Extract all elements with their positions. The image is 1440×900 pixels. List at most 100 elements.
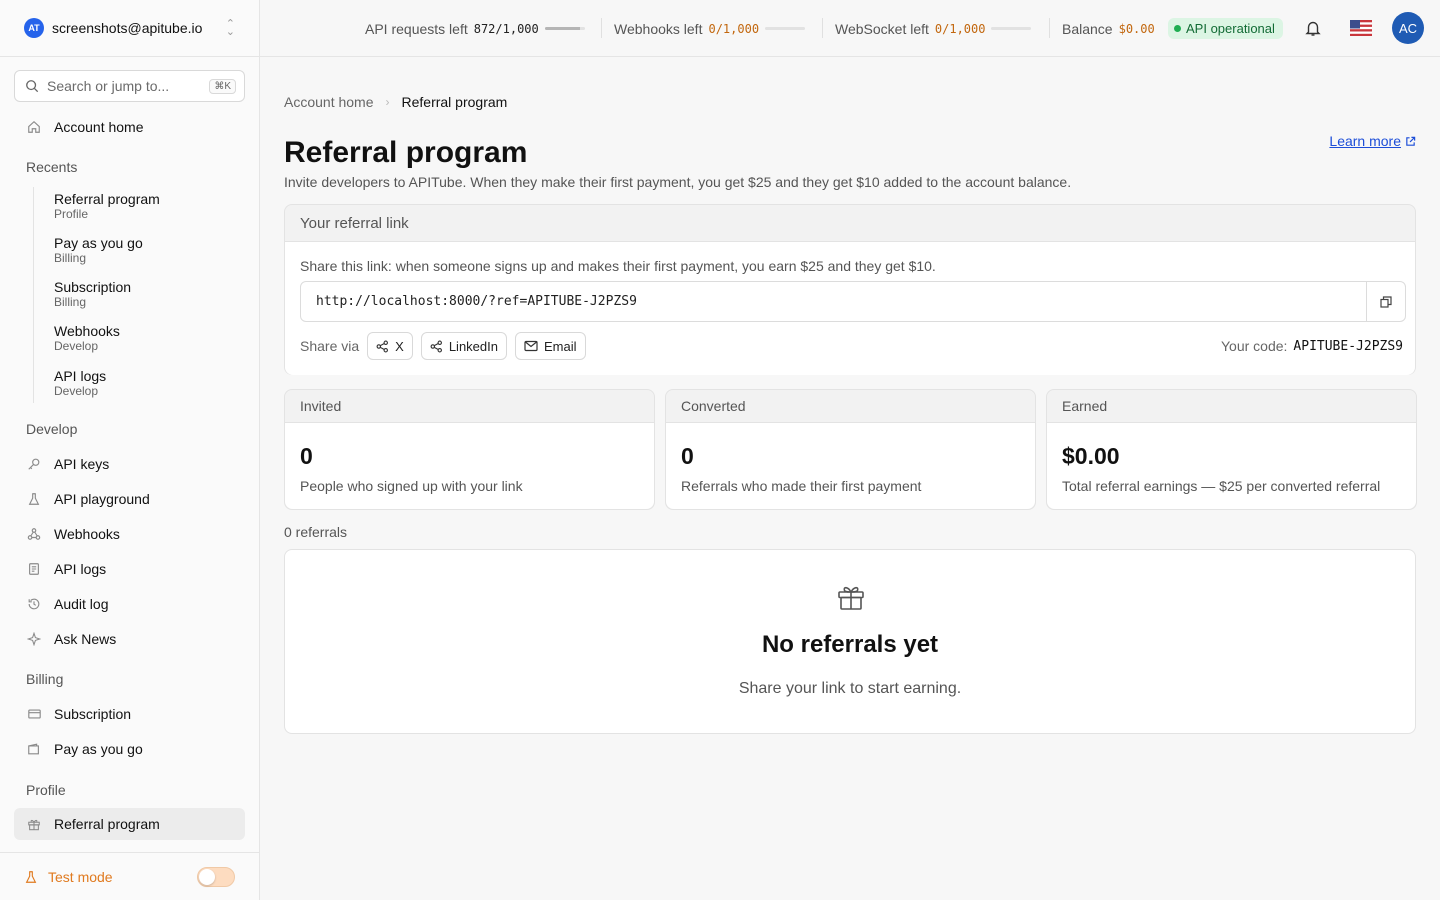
stat-value: 0 bbox=[300, 443, 313, 469]
api-status-badge[interactable]: API operational bbox=[1168, 18, 1283, 39]
chevron-up-down-icon: ⌃ ⌄ bbox=[225, 18, 235, 38]
sidebar-item-api-keys[interactable]: API keys bbox=[14, 448, 245, 480]
us-flag-icon[interactable] bbox=[1350, 20, 1372, 36]
empty-state-description: Share your link to start earning. bbox=[738, 680, 962, 697]
share-instructions: Share this link: when someone signs up a… bbox=[300, 258, 936, 274]
credit-card-icon bbox=[26, 706, 42, 722]
sidebar-item-account-home[interactable]: Account home bbox=[14, 111, 245, 143]
recent-title: Subscription bbox=[54, 279, 132, 295]
websocket-bar bbox=[991, 27, 1032, 30]
sparkle-icon bbox=[26, 631, 42, 647]
recent-item-webhooks[interactable]: Webhooks Develop bbox=[54, 323, 120, 354]
websocket-meter: WebSocket left 0/1,000 bbox=[835, 0, 1032, 57]
sidebar-item-api-logs[interactable]: API logs bbox=[14, 553, 245, 585]
sidebar-item-label: Account home bbox=[54, 119, 144, 135]
api-requests-meter: API requests left 872/1,000 bbox=[365, 0, 585, 57]
sidebar-item-referral-program[interactable]: Referral program bbox=[14, 808, 245, 840]
recent-subtitle: Develop bbox=[54, 339, 99, 353]
history-icon bbox=[26, 596, 42, 612]
external-link-icon bbox=[1406, 136, 1416, 146]
stat-description: Referrals who made their first payment bbox=[681, 478, 922, 494]
recent-subtitle: Billing bbox=[54, 295, 87, 309]
mail-icon bbox=[524, 340, 538, 352]
share-linkedin-button[interactable]: LinkedIn bbox=[420, 332, 507, 360]
referrals-empty-state: No referrals yet Share your link to star… bbox=[284, 549, 1416, 734]
sidebar-item-label: API logs bbox=[54, 561, 107, 577]
sidebar-item-subscription[interactable]: Subscription bbox=[14, 698, 245, 730]
webhooks-label: Webhooks left bbox=[614, 20, 703, 37]
stat-description: People who signed up with your link bbox=[300, 478, 523, 494]
stat-value: $0.00 bbox=[1062, 443, 1120, 469]
webhook-icon bbox=[26, 526, 42, 542]
share-row: Share via X LinkedIn Email bbox=[300, 332, 586, 360]
copy-button[interactable] bbox=[1366, 282, 1405, 321]
balance-value: $0.00 bbox=[1118, 21, 1155, 36]
stat-body: 0 Referrals who made their first payment bbox=[666, 422, 1035, 509]
balance-label: Balance bbox=[1062, 20, 1113, 37]
test-mode-row: Test mode bbox=[0, 852, 259, 900]
recent-title: Pay as you go bbox=[54, 235, 143, 251]
breadcrumb-account-home[interactable]: Account home bbox=[284, 94, 374, 110]
search-box[interactable]: ⌘K bbox=[14, 70, 245, 102]
webhooks-meter: Webhooks left 0/1,000 bbox=[614, 0, 806, 57]
test-mode-label: Test mode bbox=[48, 868, 113, 885]
sidebar-item-webhooks[interactable]: Webhooks bbox=[14, 518, 245, 550]
divider bbox=[822, 18, 823, 38]
user-avatar[interactable]: AC bbox=[1392, 12, 1424, 44]
referral-code-label: Your code: bbox=[1220, 338, 1288, 354]
breadcrumb: Account home › Referral program bbox=[284, 94, 507, 110]
recent-item-api-logs[interactable]: API logs Develop bbox=[54, 368, 106, 399]
referral-link-field: http://localhost:8000/?ref=APITUBE-J2PZS… bbox=[300, 281, 1406, 322]
recent-item-referral-program[interactable]: Referral program Profile bbox=[54, 191, 160, 222]
referral-url[interactable]: http://localhost:8000/?ref=APITUBE-J2PZS… bbox=[301, 294, 1366, 309]
sidebar-item-label: Subscription bbox=[54, 706, 132, 722]
apitube-logo: AT bbox=[24, 18, 44, 38]
share-email-button[interactable]: Email bbox=[514, 332, 586, 360]
sidebar-item-label: API keys bbox=[54, 456, 110, 472]
sidebar-item-label: API playground bbox=[54, 491, 150, 507]
bell-icon[interactable] bbox=[1304, 19, 1322, 37]
copy-icon bbox=[1380, 295, 1392, 308]
stat-value: 0 bbox=[681, 443, 694, 469]
test-mode-toggle[interactable] bbox=[197, 866, 235, 887]
account-email: screenshots@apitube.io bbox=[52, 20, 203, 36]
page-subtitle: Invite developers to APITube. When they … bbox=[284, 174, 1072, 190]
sidebar-item-label: Webhooks bbox=[54, 526, 120, 542]
sidebar-item-api-playground[interactable]: API playground bbox=[14, 483, 245, 515]
referral-link-body: Share this link: when someone signs up a… bbox=[285, 241, 1415, 375]
account-switcher[interactable]: AT screenshots@apitube.io ⌃ ⌄ bbox=[0, 0, 259, 57]
webhooks-value: 0/1,000 bbox=[708, 21, 760, 36]
sidebar-item-label: Referral program bbox=[54, 816, 160, 832]
learn-more-label: Learn more bbox=[1329, 133, 1401, 149]
sidebar-item-audit-log[interactable]: Audit log bbox=[14, 588, 245, 620]
empty-state-title: No referrals yet bbox=[761, 631, 939, 658]
websocket-value: 0/1,000 bbox=[934, 21, 986, 36]
sidebar-item-label: Ask News bbox=[54, 631, 117, 647]
referral-code-value[interactable]: APITUBE-J2PZS9 bbox=[1293, 339, 1403, 354]
page-title: Referral program bbox=[284, 136, 528, 169]
stat-card-earned: Earned $0.00 Total referral earnings — $… bbox=[1046, 389, 1417, 510]
recent-subtitle: Develop bbox=[54, 384, 99, 398]
sidebar-item-ask-news[interactable]: Ask News bbox=[14, 623, 245, 655]
divider bbox=[1049, 18, 1050, 38]
search-icon bbox=[26, 80, 39, 93]
stat-body: $0.00 Total referral earnings — $25 per … bbox=[1047, 422, 1416, 509]
gift-icon bbox=[26, 816, 42, 832]
search-input[interactable] bbox=[47, 78, 210, 94]
share-linkedin-label: LinkedIn bbox=[448, 338, 498, 354]
top-bar: API requests left 872/1,000 Webhooks lef… bbox=[260, 0, 1440, 57]
learn-more-link[interactable]: Learn more bbox=[1329, 133, 1416, 149]
search-shortcut: ⌘K bbox=[209, 78, 236, 94]
status-dot bbox=[1174, 25, 1181, 32]
recent-item-pay-as-you-go[interactable]: Pay as you go Billing bbox=[54, 235, 143, 266]
websocket-label: WebSocket left bbox=[835, 20, 929, 37]
recent-item-subscription[interactable]: Subscription Billing bbox=[54, 279, 131, 310]
api-requests-label: API requests left bbox=[365, 20, 468, 37]
webhooks-bar bbox=[765, 27, 806, 30]
recent-subtitle: Billing bbox=[54, 251, 87, 265]
share-icon bbox=[376, 340, 389, 352]
share-x-button[interactable]: X bbox=[367, 332, 413, 360]
referral-link-card: Your referral link Share this link: when… bbox=[284, 204, 1416, 375]
sidebar-item-pay-as-you-go[interactable]: Pay as you go bbox=[14, 733, 245, 765]
recent-title: Referral program bbox=[54, 191, 160, 207]
